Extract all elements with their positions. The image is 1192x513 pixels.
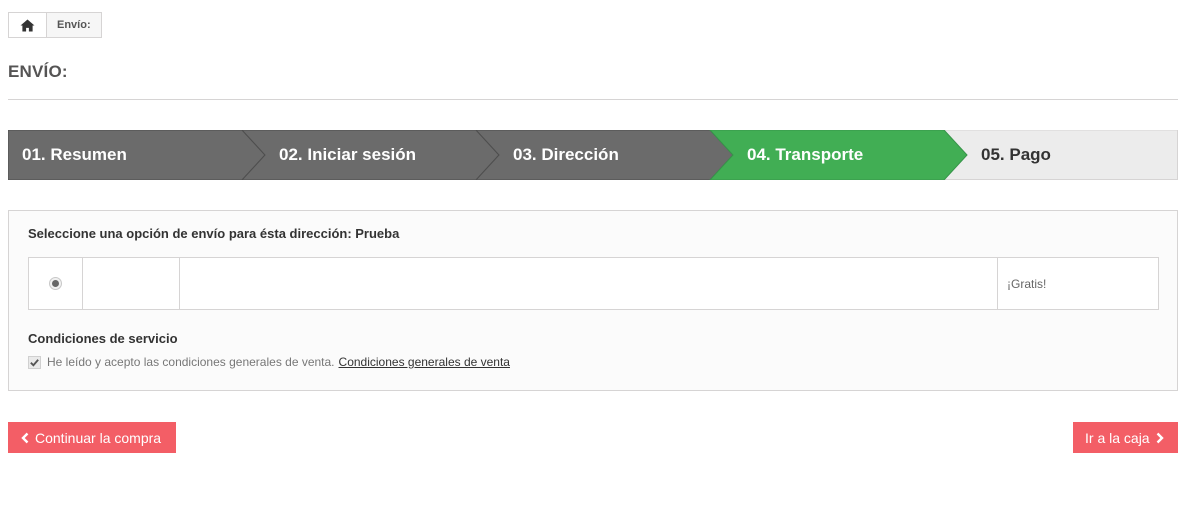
checkout-steps: 01. Resumen 02. Iniciar sesión 03. Direc… [8,130,1178,180]
proceed-to-checkout-label: Ir a la caja [1085,429,1150,446]
step-4-label: 04. Transporte [747,145,864,164]
step-5-shape [942,130,1178,180]
proceed-to-checkout-button[interactable]: Ir a la caja [1073,422,1178,453]
delivery-option-radio-cell [29,258,83,309]
delivery-options-heading: Seleccione una opción de envío para ésta… [28,226,400,241]
terms-row: He leído y acepto las condiciones genera… [28,355,510,369]
breadcrumb-current: Envío: [57,19,91,31]
step-3-label[interactable]: 03. Dirección [513,130,619,180]
page-title: ENVÍO: [8,62,68,81]
delivery-option-row[interactable]: ¡Gratis! [28,257,1159,310]
terms-text: He leído y acepto las condiciones genera… [47,355,335,369]
terms-heading: Condiciones de servicio [28,331,178,346]
breadcrumb-home-link[interactable] [9,13,47,37]
title-divider [8,99,1178,100]
carrier-description-cell [180,258,998,309]
continue-shopping-label: Continuar la compra [35,429,162,446]
carrier-logo-cell [83,258,180,309]
chevron-right-icon [1156,432,1164,443]
step-2-label[interactable]: 02. Iniciar sesión [279,130,416,180]
step-1-label[interactable]: 01. Resumen [22,130,127,180]
continue-shopping-button[interactable]: Continuar la compra [8,422,176,453]
carrier-price: ¡Gratis! [1007,276,1047,291]
home-icon [20,18,35,32]
breadcrumb: Envío: [8,12,102,38]
terms-link[interactable]: Condiciones generales de venta [339,355,510,369]
delivery-options-box: Seleccione una opción de envío para ésta… [8,210,1178,391]
checkmark-icon [30,358,39,367]
radio-selected-dot [52,280,59,287]
chevron-left-icon [21,432,29,443]
terms-checkbox[interactable] [28,355,41,369]
delivery-option-radio[interactable] [49,277,62,290]
step-5-label: 05. Pago [981,145,1051,164]
